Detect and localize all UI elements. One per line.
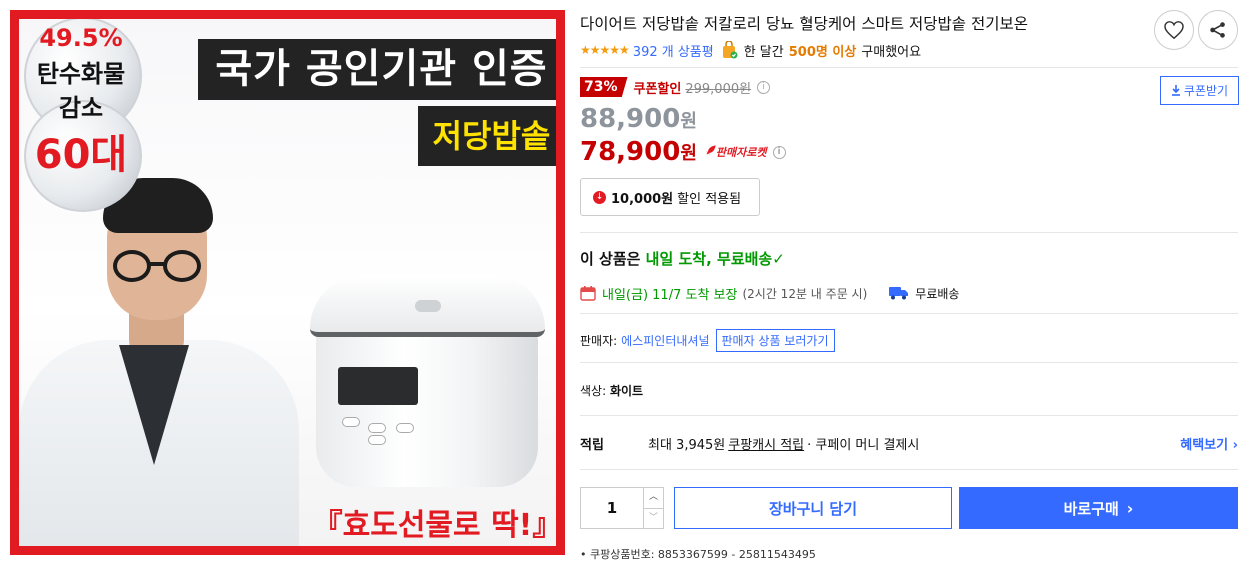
- share-icon: [1210, 22, 1225, 38]
- quantity-input[interactable]: 1: [581, 488, 643, 528]
- points-prefix: 최대 3,945원: [648, 438, 726, 453]
- view-benefits-link[interactable]: 혜택보기 ›: [1180, 434, 1238, 453]
- delivery-info-row: 내일(금) 11/7 도착 보장 (2시간 12분 내 주문 시) 무료배송: [580, 283, 959, 303]
- shopping-bag-icon: [722, 40, 738, 59]
- divider: [580, 232, 1238, 233]
- get-coupon-button[interactable]: 쿠폰받기: [1160, 76, 1239, 105]
- rating-row: ★★★★★ 392 개 상품평 한 달간 500명 이상 구매했어요: [580, 40, 922, 60]
- calendar-icon: [580, 286, 596, 301]
- buy-now-button[interactable]: 바로구매 ›: [959, 487, 1238, 529]
- applied-discount-box: ↓ 10,000원 할인 적용됨: [580, 178, 760, 216]
- coupang-cash-link[interactable]: 쿠팡캐시 적립: [728, 434, 804, 453]
- points-suffix: · 쿠페이 머니 결제시: [807, 438, 920, 453]
- seller-products-button[interactable]: 판매자 상품 보러가기: [715, 329, 835, 352]
- sale-price: 88,900원: [580, 104, 697, 134]
- delivery-headline: 이 상품은 내일 도착, 무료배송✓: [580, 248, 785, 269]
- divider: [580, 313, 1238, 314]
- delivery-head-highlight: 내일 도착, 무료배송: [645, 250, 773, 268]
- applied-discount-amount: 10,000원: [611, 191, 674, 207]
- info-icon[interactable]: i: [757, 80, 771, 94]
- points-row: 적립 최대 3,945원 쿠팡캐시 적립 · 쿠페이 머니 결제시 혜택보기 ›: [580, 434, 1238, 453]
- sale-price-value: 88,900: [580, 104, 681, 134]
- quantity-increase-button[interactable]: ︿: [644, 488, 663, 508]
- down-arrow-icon: ↓: [593, 190, 606, 204]
- coupon-discount-label: 쿠폰할인: [633, 81, 682, 97]
- applied-discount-text: 할인 적용됨: [677, 191, 742, 207]
- get-coupon-label: 쿠폰받기: [1183, 84, 1229, 98]
- quantity-steps: ︿ ﹀: [643, 488, 663, 528]
- add-to-cart-button[interactable]: 장바구니 담기: [674, 487, 952, 529]
- divider: [580, 362, 1238, 363]
- coupon-price-unit: 원: [680, 143, 697, 164]
- seller-rocket-badge: 판매자로켓: [705, 144, 767, 160]
- check-icon: ✓: [772, 250, 785, 268]
- points-label: 적립: [580, 438, 604, 453]
- delivery-head-prefix: 이 상품은: [580, 250, 641, 268]
- product-image[interactable]: 국가 공인기관 인증 저당밥솥 49.5% 탄수화물 감소 60대 『효도선물로…: [10, 10, 565, 555]
- quantity-decrease-button[interactable]: ﹀: [644, 507, 663, 529]
- sale-price-unit: 원: [680, 111, 697, 132]
- info-icon[interactable]: i: [772, 145, 786, 159]
- seller-name-link[interactable]: 에스피인터내셔널: [621, 332, 709, 349]
- share-button[interactable]: [1198, 10, 1238, 50]
- product-title: 다이어트 저당밥솥 저칼로리 당뇨 혈당케어 스마트 저당밥솥 전기보온: [580, 15, 1029, 33]
- divider: [580, 415, 1238, 416]
- coupon-price-value: 78,900: [580, 137, 681, 167]
- color-label: 색상:: [580, 384, 607, 398]
- quantity-stepper[interactable]: 1 ︿ ﹀: [580, 487, 664, 529]
- free-shipping: 무료배송: [915, 286, 960, 301]
- divider: [580, 67, 1238, 68]
- review-count-link[interactable]: 392 개 상품평: [633, 41, 714, 60]
- discount-rate-badge: 73%: [580, 77, 628, 97]
- buy-now-label: 바로구매: [1063, 499, 1119, 518]
- purchase-suffix: 구매했어요: [861, 44, 922, 60]
- color-value: 화이트: [609, 384, 644, 398]
- coupon-price: 78,900 원 판매자로켓 i: [580, 137, 786, 167]
- chevron-right-icon: ›: [1126, 498, 1134, 518]
- color-option-row[interactable]: 색상: 화이트: [580, 382, 643, 399]
- discount-row: 73% 쿠폰할인 299,000원 i: [580, 77, 771, 97]
- seller-row: 판매자: 에스피인터내셔널 판매자 상품 보러가기: [580, 329, 835, 352]
- original-price: 299,000원: [685, 81, 752, 97]
- truck-icon: [889, 287, 909, 300]
- purchase-prefix: 한 달간: [743, 44, 784, 60]
- seller-label: 판매자:: [580, 334, 618, 348]
- divider: [580, 469, 1238, 470]
- wishlist-button[interactable]: [1154, 10, 1194, 50]
- heart-icon: [1164, 21, 1184, 39]
- purchase-count: 500명 이상: [788, 44, 857, 60]
- download-icon: [1171, 85, 1180, 96]
- image-frame: [10, 10, 565, 555]
- seller-rocket-label: 판매자로켓: [715, 146, 767, 159]
- arrival-guarantee: 내일(금) 11/7 도착 보장: [602, 287, 738, 303]
- rating-stars: ★★★★★: [580, 43, 630, 57]
- product-number: • 쿠팡상품번호: 8853367599 - 25811543495: [580, 548, 816, 561]
- rocket-icon: [706, 145, 716, 155]
- order-window: (2시간 12분 내 주문 시): [742, 286, 868, 301]
- product-info-panel: 다이어트 저당밥솥 저칼로리 당뇨 혈당케어 스마트 저당밥솥 전기보온 ★★★…: [580, 0, 1240, 570]
